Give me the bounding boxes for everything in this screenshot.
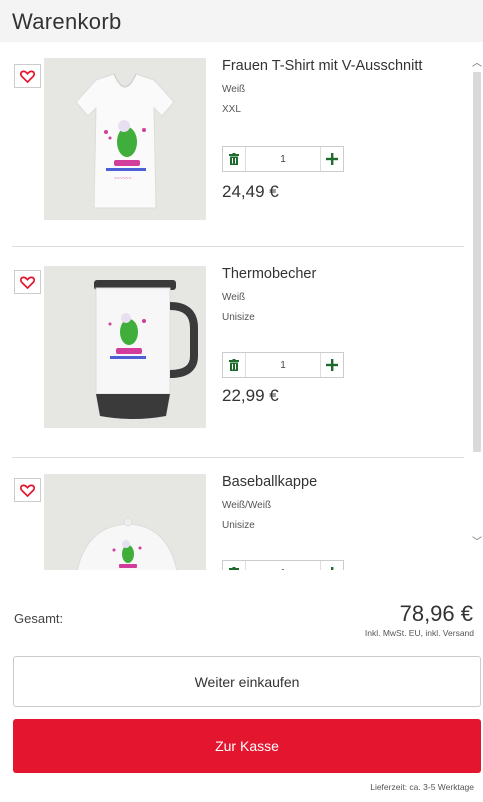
item-name[interactable]: Thermobecher [222,266,316,282]
quantity-stepper: 1 [222,352,344,378]
item-info: Thermobecher Weiß Unisize [222,266,316,323]
item-price: 24,49 € [222,182,279,201]
increase-quantity-button[interactable] [321,353,343,377]
cart-header: Warenkorb [0,0,483,42]
scrollbar-thumb[interactable] [473,72,481,452]
item-info: Frauen T-Shirt mit V-Ausschnitt Weiß XXL [222,58,422,115]
favorite-heart-button[interactable] [14,478,41,502]
trash-icon [229,359,239,371]
item-size: XXL [222,104,241,115]
increase-quantity-button[interactable] [321,561,343,570]
cart-item-list[interactable]: ~~~~~~ Frauen T-Shirt mit V-Ausschnitt W… [0,42,483,570]
delivery-time-note: Lieferzeit: ca. 3-5 Werktage [370,782,474,792]
cart-item: Thermobecher Weiß Unisize 1 22,99 € [0,254,470,464]
svg-text:~~~~~~: ~~~~~~ [114,176,132,182]
delete-button[interactable] [223,147,245,171]
quantity-value[interactable]: 1 [245,147,321,171]
quantity-stepper: 1 [222,146,344,172]
tshirt-image[interactable]: ~~~~~~ [44,58,206,220]
item-name[interactable]: Frauen T-Shirt mit V-Ausschnitt [222,58,422,74]
mug-image[interactable] [44,266,206,428]
item-divider [12,457,464,458]
item-name[interactable]: Baseballkappe [222,474,317,490]
item-color: Weiß [222,84,246,95]
item-color: Weiß [222,292,246,303]
plus-icon [326,359,338,371]
scroll-up-icon[interactable]: ︿ [472,54,482,69]
cap-image[interactable] [44,474,206,570]
increase-quantity-button[interactable] [321,147,343,171]
delete-button[interactable] [223,561,245,570]
scroll-down-icon[interactable]: ﹀ [472,533,482,548]
plus-icon [326,153,338,165]
trash-icon [229,567,239,570]
cart-item: ~~~~~~ Frauen T-Shirt mit V-Ausschnitt W… [0,42,470,252]
total-tax-note: Inkl. MwSt. EU, inkl. Versand [364,628,474,638]
quantity-stepper: 1 [222,560,344,570]
heart-icon [20,276,35,289]
item-color: Weiß/Weiß [222,500,272,511]
total-label: Gesamt: [14,611,64,626]
heart-icon [20,484,35,497]
plus-icon [331,567,334,570]
continue-shopping-button[interactable]: Weiter einkaufen [13,656,481,707]
checkout-button[interactable]: Zur Kasse [13,719,481,773]
total-value: 78,96 € [399,601,473,626]
quantity-value[interactable]: 1 [245,353,321,377]
item-divider [12,246,464,247]
quantity-value[interactable]: 1 [245,561,321,570]
cart-scrollbar[interactable]: ︿ ﹀ [470,50,483,555]
item-price: 22,99 € [222,386,279,405]
page-title: Warenkorb [12,9,122,34]
item-size: Unisize [222,520,255,531]
item-info: Baseballkappe Weiß/Weiß Unisize [222,474,317,531]
item-size: Unisize [222,312,255,323]
trash-icon [229,153,239,165]
favorite-heart-button[interactable] [14,64,41,88]
cart-item: Baseballkappe Weiß/Weiß Unisize 1 [0,462,470,570]
delete-button[interactable] [223,353,245,377]
heart-icon [20,70,35,83]
favorite-heart-button[interactable] [14,270,41,294]
